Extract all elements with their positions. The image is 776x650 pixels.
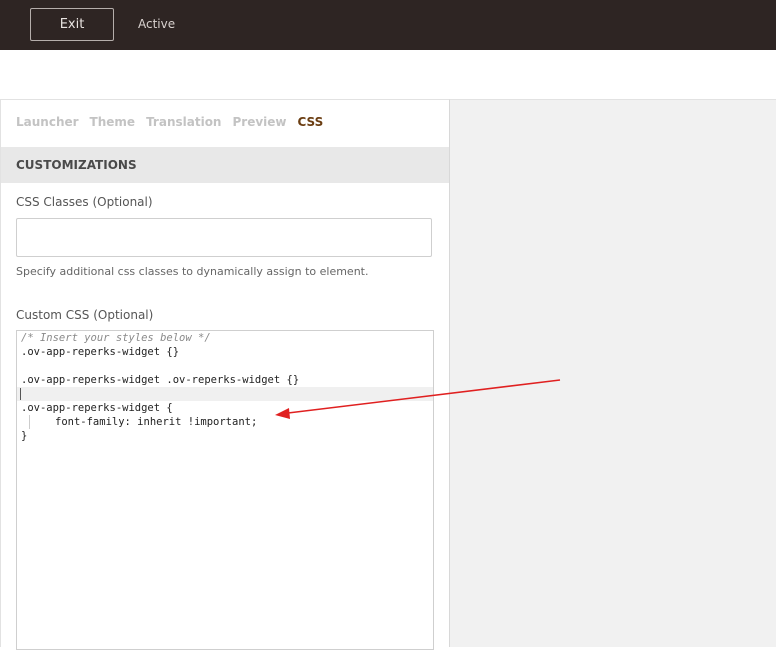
code-line: .ov-app-reperks-widget .ov-reperks-widge…: [21, 374, 300, 386]
code-line: .ov-app-reperks-widget {}: [21, 346, 180, 358]
indent-guide: [29, 415, 55, 429]
settings-panel: Launcher Theme Translation Preview CSS CUSTO…: [0, 99, 450, 650]
customizations-header: CUSTOMIZATIONS: [1, 147, 449, 183]
css-classes-label: CSS Classes (Optional): [16, 195, 153, 209]
status-label: Active: [138, 17, 176, 31]
custom-css-label: Custom CSS (Optional): [16, 308, 154, 322]
tab-theme[interactable]: Theme: [90, 115, 136, 129]
tab-css[interactable]: CSS: [298, 115, 324, 129]
preview-area: [450, 99, 776, 647]
tab-translation[interactable]: Translation: [146, 115, 221, 129]
tab-bar: Launcher Theme Translation Preview CSS: [16, 115, 334, 129]
code-line-current: [17, 387, 433, 401]
exit-button[interactable]: Exit: [30, 8, 114, 41]
text-cursor: [20, 388, 21, 400]
tab-launcher[interactable]: Launcher: [16, 115, 79, 129]
code-line-indented: font-family: inherit !important;: [17, 415, 433, 429]
css-classes-input[interactable]: [16, 218, 432, 257]
code-line: }: [21, 430, 28, 442]
code-line: .ov-app-reperks-widget {: [21, 402, 173, 414]
section-title: CUSTOMIZATIONS: [16, 158, 137, 172]
custom-css-editor[interactable]: /* Insert your styles below */ .ov-app-r…: [16, 330, 434, 650]
tab-preview[interactable]: Preview: [232, 115, 286, 129]
code-line: /* Insert your styles below */: [21, 332, 211, 344]
css-classes-help: Specify additional css classes to dynami…: [16, 265, 369, 278]
top-bar: Exit Active: [0, 0, 776, 50]
